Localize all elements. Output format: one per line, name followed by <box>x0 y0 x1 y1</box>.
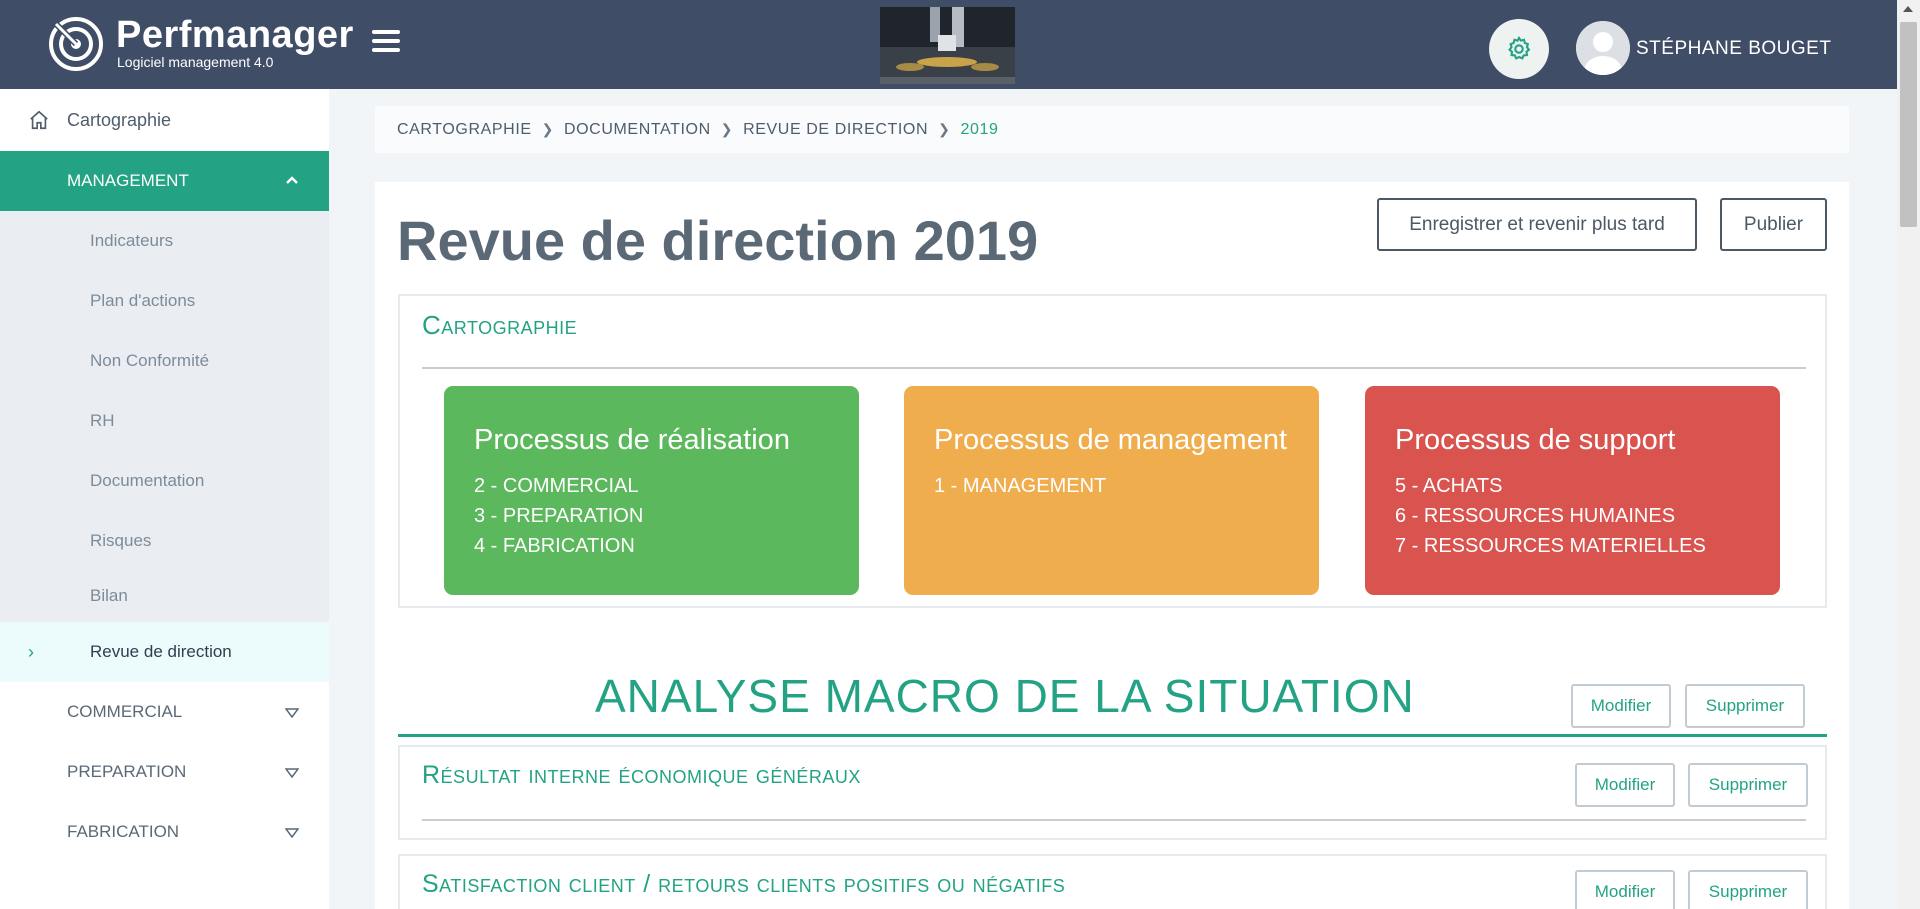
main-card: Revue de direction 2019 Enregistrer et r… <box>375 182 1849 909</box>
process-item[interactable]: 3 - PREPARATION <box>474 501 829 531</box>
process-title: Processus de management <box>934 424 1288 456</box>
breadcrumb-cartographie[interactable]: CARTOGRAPHIE <box>397 121 532 139</box>
sidebar-item-label: Plan d'actions <box>90 291 196 310</box>
delete-button[interactable]: Supprimer <box>1688 763 1808 807</box>
sidebar-item-label: Risques <box>90 531 152 550</box>
chevron-right-icon: ❯ <box>720 121 734 137</box>
sidebar-section-management[interactable]: MANAGEMENT <box>0 151 329 211</box>
delete-button[interactable]: Supprimer <box>1688 870 1808 909</box>
gear-icon <box>1508 35 1531 60</box>
process-item[interactable]: 5 - ACHATS <box>1395 471 1750 501</box>
hamburger-menu-icon[interactable] <box>372 30 400 56</box>
top-bar: Perfmanager Logiciel management 4.0 STÉP… <box>0 0 1897 89</box>
sidebar-group-label: COMMERCIAL <box>67 702 183 721</box>
sidebar-group-fabrication[interactable]: FABRICATION <box>0 802 329 862</box>
page-title: Revue de direction 2019 <box>397 209 1039 272</box>
sidebar-item-risques[interactable]: Risques <box>0 511 329 571</box>
delete-button[interactable]: Supprimer <box>1685 684 1805 728</box>
analyse-macro-title: ANALYSE MACRO DE LA SITUATION <box>595 670 1415 722</box>
section-satisfaction-client: Satisfaction client / retours clients po… <box>398 854 1827 909</box>
scroll-up-icon[interactable] <box>1903 6 1913 12</box>
chevron-right-icon: › <box>28 642 34 662</box>
sidebar-item-revue-de-direction[interactable]: › Revue de direction <box>0 622 329 682</box>
brand-name[interactable]: Perfmanager <box>116 14 354 57</box>
chevron-right-icon: ❯ <box>938 121 951 137</box>
divider <box>398 734 1827 737</box>
sidebar-item-label: Documentation <box>90 471 205 490</box>
sidebar-item-label: Non Conformité <box>90 351 210 370</box>
sidebar-group-label: FABRICATION <box>67 822 180 841</box>
breadcrumb-documentation[interactable]: DOCUMENTATION <box>564 121 711 139</box>
page-scrollbar[interactable] <box>1897 0 1920 909</box>
modify-button[interactable]: Modifier <box>1575 870 1675 909</box>
sidebar-group-label: PREPARATION <box>67 762 187 781</box>
process-item[interactable]: 4 - FABRICATION <box>474 531 829 561</box>
divider <box>422 367 1806 369</box>
breadcrumb-current-year: 2019 <box>960 120 999 138</box>
sidebar-item-rh[interactable]: RH <box>0 391 329 451</box>
process-item[interactable]: 2 - COMMERCIAL <box>474 471 829 501</box>
scrollbar-thumb[interactable] <box>1900 22 1917 227</box>
process-item[interactable]: 7 - RESSOURCES MATERIELLES <box>1395 531 1750 561</box>
chevron-right-icon: ❯ <box>541 121 554 137</box>
sidebar-item-documentation[interactable]: Documentation <box>0 451 329 511</box>
process-card-management[interactable]: Processus de management 1 - MANAGEMENT <box>904 386 1319 595</box>
process-card-realisation[interactable]: Processus de réalisation 2 - COMMERCIAL … <box>444 386 859 595</box>
process-item[interactable]: 1 - MANAGEMENT <box>934 471 1289 501</box>
cartographie-section: Cartographie Processus de réalisation 2 … <box>398 294 1827 608</box>
caret-down-icon <box>285 828 299 838</box>
home-icon <box>30 110 48 130</box>
sidebar-item-cartographie[interactable]: Cartographie <box>0 89 329 151</box>
user-name[interactable]: STÉPHANE BOUGET <box>1636 38 1831 60</box>
sidebar-group-commercial[interactable]: COMMERCIAL <box>0 682 329 742</box>
settings-button[interactable] <box>1489 19 1549 79</box>
sidebar-item-label: RH <box>90 411 115 430</box>
sidebar-item-label: Revue de direction <box>90 642 232 661</box>
header-machine-photo <box>880 7 1015 84</box>
sidebar: Cartographie MANAGEMENT Indicateurs Plan… <box>0 89 329 909</box>
chevron-up-icon <box>286 176 298 184</box>
section-title: Cartographie <box>422 310 578 340</box>
modify-button[interactable]: Modifier <box>1571 684 1671 728</box>
sidebar-item-label: Indicateurs <box>90 231 174 250</box>
divider <box>422 819 1806 821</box>
caret-down-icon <box>285 768 299 778</box>
sidebar-group-preparation[interactable]: PREPARATION <box>0 742 329 802</box>
sidebar-item-non-conformite[interactable]: Non Conformité <box>0 331 329 391</box>
breadcrumb: CARTOGRAPHIE ❯ DOCUMENTATION ❯ REVUE DE … <box>375 106 1849 153</box>
sidebar-section-label: MANAGEMENT <box>67 171 189 190</box>
save-later-button[interactable]: Enregistrer et revenir plus tard <box>1377 198 1697 251</box>
process-card-support[interactable]: Processus de support 5 - ACHATS 6 - RESS… <box>1365 386 1780 595</box>
section-title: Résultat interne économique généraux <box>422 761 861 789</box>
breadcrumb-revue-de-direction[interactable]: REVUE DE DIRECTION <box>743 121 928 139</box>
brand-tagline: Logiciel management 4.0 <box>117 54 274 70</box>
section-title: Satisfaction client / retours clients po… <box>422 870 1066 898</box>
management-submenu: Indicateurs Plan d'actions Non Conformit… <box>0 211 329 654</box>
caret-down-icon <box>285 708 299 718</box>
process-title: Processus de support <box>1395 424 1676 456</box>
sidebar-item-plan-actions[interactable]: Plan d'actions <box>0 271 329 331</box>
section-resultat-interne: Résultat interne économique généraux Mod… <box>398 745 1827 840</box>
publish-button[interactable]: Publier <box>1720 198 1827 251</box>
sidebar-item-bilan[interactable]: Bilan <box>0 571 329 621</box>
modify-button[interactable]: Modifier <box>1575 763 1675 807</box>
process-title: Processus de réalisation <box>474 424 790 456</box>
process-item[interactable]: 6 - RESSOURCES HUMAINES <box>1395 501 1750 531</box>
target-logo-icon[interactable] <box>48 16 104 72</box>
sidebar-item-indicateurs[interactable]: Indicateurs <box>0 211 329 271</box>
user-avatar-icon[interactable] <box>1576 21 1630 75</box>
sidebar-item-label: Cartographie <box>67 109 172 130</box>
sidebar-item-label: Bilan <box>90 586 128 605</box>
